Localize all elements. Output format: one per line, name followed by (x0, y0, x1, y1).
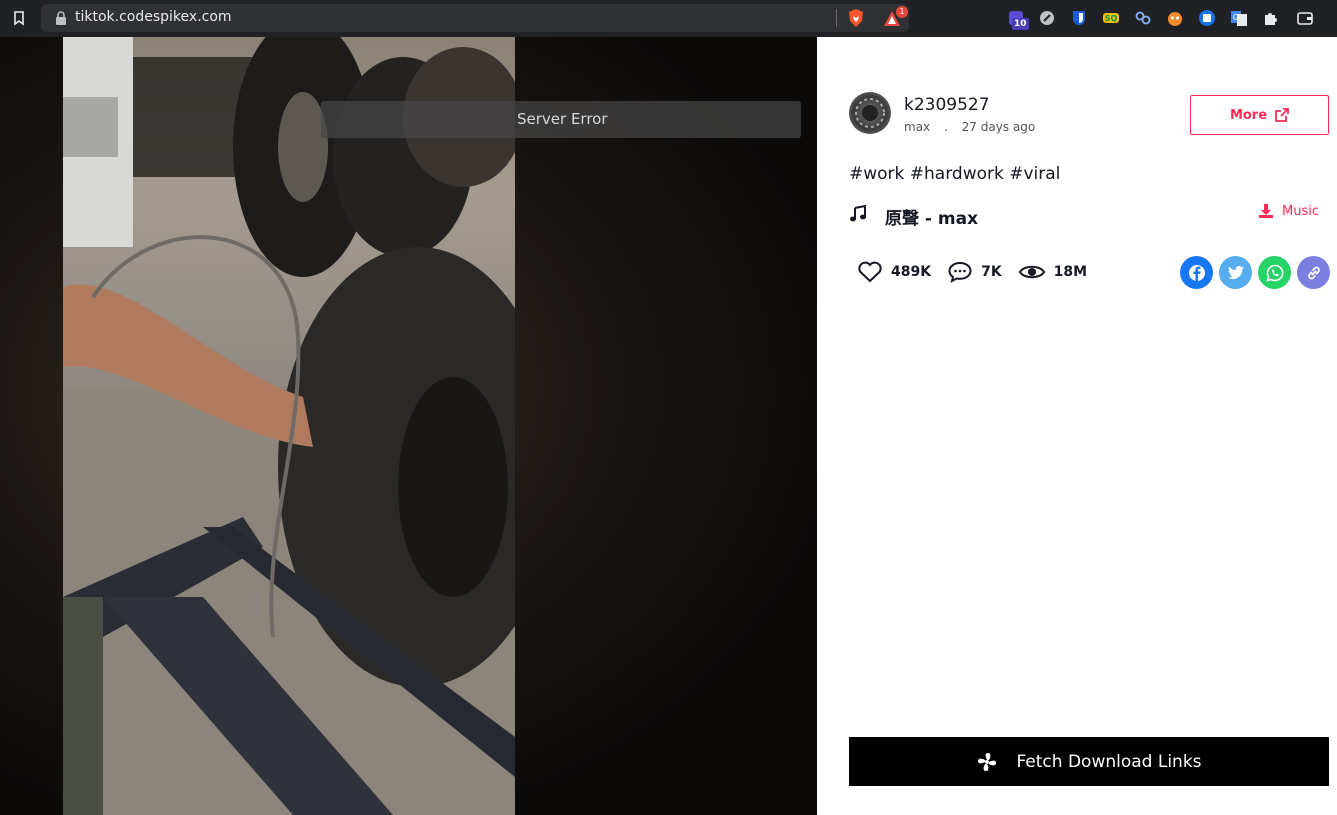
whatsapp-icon (1265, 264, 1283, 282)
extension-icon[interactable] (1038, 9, 1056, 27)
extension-icon[interactable] (1198, 9, 1216, 27)
video-stats: 489K 7K 18M (857, 259, 1103, 285)
music-note-icon (850, 205, 866, 222)
avatar-image (855, 98, 885, 128)
views-count: 18M (1053, 264, 1088, 280)
video-stage: Server Error (0, 37, 817, 815)
facebook-share-button[interactable] (1180, 256, 1213, 289)
extensions-puzzle-icon[interactable] (1262, 9, 1280, 27)
browser-toolbar: tiktok.codespikex.com 1 10 SQ G (0, 0, 1337, 37)
link-icon (1307, 266, 1320, 279)
music-download-button[interactable]: Music (1258, 203, 1319, 219)
brave-shields-icon[interactable] (847, 8, 865, 28)
twitter-icon (1227, 265, 1244, 279)
video-caption: #work #hardwork #viral (849, 164, 1061, 184)
error-message: Server Error (517, 110, 608, 128)
comments-stat: 7K (947, 260, 1002, 284)
comments-count: 7K (981, 264, 1002, 280)
meta-separator: . (943, 120, 948, 134)
music-row: 原聲 - max Music (849, 203, 1329, 229)
url-divider (836, 9, 837, 27)
views-stat: 18M (1018, 261, 1087, 283)
likes-count: 489K (891, 264, 932, 280)
author-nickname: max (904, 120, 931, 134)
wallet-icon[interactable] (1296, 9, 1314, 27)
twitter-share-button[interactable] (1219, 256, 1252, 289)
likes-stat: 489K (857, 260, 931, 284)
translate-icon[interactable]: G (1230, 9, 1248, 27)
fetch-download-label: Fetch Download Links (1016, 751, 1202, 772)
extension-icon[interactable]: SQ (1102, 9, 1120, 27)
posted-time: 27 days ago (961, 120, 1036, 134)
author-username[interactable]: k2309527 (904, 95, 990, 115)
url-text: tiktok.codespikex.com (75, 9, 232, 25)
svg-text:SQ: SQ (1105, 14, 1118, 23)
heart-icon (858, 261, 882, 283)
comment-icon (948, 261, 972, 283)
share-buttons (1180, 256, 1330, 289)
video-player[interactable] (63, 37, 515, 815)
more-button-label: More (1229, 107, 1268, 123)
rewards-badge: 1 (896, 6, 908, 18)
info-panel: k2309527 max . 27 days ago More #work #h… (817, 37, 1337, 815)
extension-icon[interactable] (1166, 9, 1184, 27)
bitwarden-icon[interactable] (1070, 9, 1088, 27)
bookmark-icon[interactable] (10, 9, 28, 27)
author-meta: max . 27 days ago (904, 120, 1045, 134)
eye-icon (1018, 265, 1045, 279)
copy-link-button[interactable] (1297, 256, 1330, 289)
error-toast: Server Error (321, 101, 801, 138)
fetch-download-links-button[interactable]: Fetch Download Links (849, 737, 1329, 786)
lock-icon (56, 11, 66, 25)
svg-text:G: G (1233, 13, 1239, 22)
download-icon (1259, 204, 1273, 218)
facebook-icon (1188, 264, 1205, 281)
music-title: 原聲 - max (885, 209, 979, 229)
link-icon[interactable] (1134, 9, 1152, 27)
video-frame (63, 37, 515, 815)
external-link-icon (1275, 108, 1289, 122)
extension-badge: 10 (1012, 18, 1029, 30)
music-download-label: Music (1282, 203, 1319, 219)
avatar[interactable] (849, 92, 891, 134)
whatsapp-share-button[interactable] (1258, 256, 1291, 289)
address-bar[interactable]: tiktok.codespikex.com 1 (41, 4, 909, 32)
fan-icon (978, 752, 997, 771)
more-button[interactable]: More (1190, 95, 1329, 135)
